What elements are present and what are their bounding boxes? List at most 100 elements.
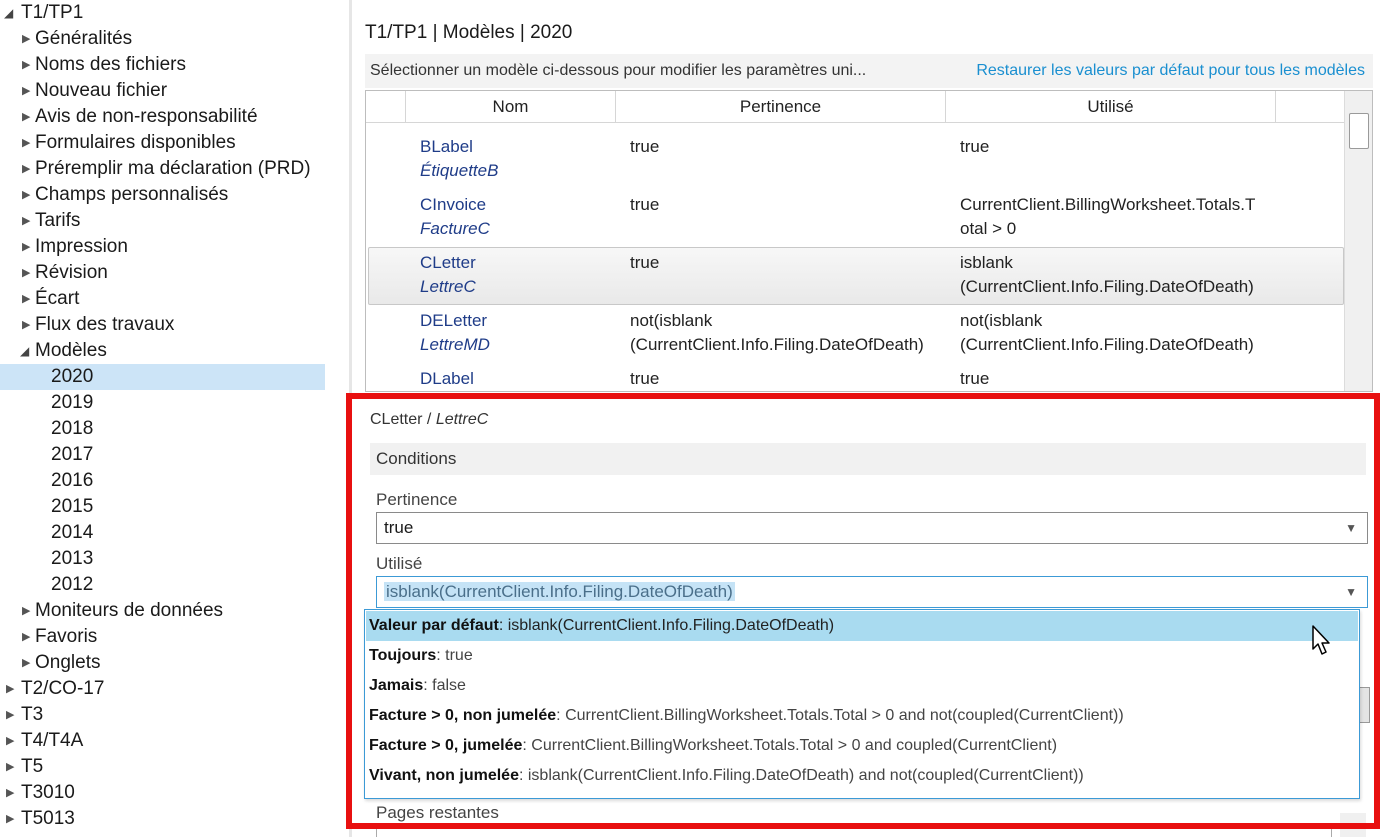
column-header-pertinence[interactable]: Pertinence — [616, 91, 946, 123]
table-row[interactable]: DLabel ÉtiquetteD true true — [368, 363, 1344, 391]
tree-item[interactable]: Modèles — [0, 338, 325, 364]
utilise-label: Utilisé — [376, 554, 423, 573]
collapse-arrow-icon[interactable] — [22, 286, 34, 312]
dropdown-option[interactable]: Valeur par défaut: isblank(CurrentClient… — [366, 611, 1358, 641]
tree-item[interactable]: Tarifs — [0, 208, 325, 234]
pages-restantes-combobox[interactable] — [376, 823, 1332, 837]
tree-item[interactable]: T4/T4A — [0, 728, 325, 754]
tree-item-label: T4/T4A — [21, 730, 84, 751]
tree-item[interactable]: T5 — [0, 754, 325, 780]
collapse-arrow-icon[interactable] — [22, 26, 34, 52]
row-pertinence: true — [630, 137, 660, 156]
column-header-utilise[interactable]: Utilisé — [946, 91, 1276, 123]
tree-item-label: Onglets — [35, 652, 101, 673]
chevron-down-icon[interactable]: ▼ — [1345, 577, 1357, 607]
tree-item[interactable]: 2013 — [0, 546, 325, 572]
collapse-arrow-icon[interactable] — [6, 676, 18, 702]
tree-item[interactable]: T3 — [0, 702, 325, 728]
tree-item[interactable]: T1/TP1 — [0, 0, 325, 26]
tree-item[interactable]: T3010 — [0, 780, 325, 806]
tree-item[interactable]: Écart — [0, 286, 325, 312]
collapse-arrow-icon[interactable] — [22, 598, 34, 624]
option-name: Vivant, non jumelée — [369, 767, 519, 784]
row-name-en: CLetter — [420, 253, 476, 272]
tree-item[interactable]: Flux des travaux — [0, 312, 325, 338]
column-header-nom[interactable]: Nom — [406, 91, 616, 123]
collapse-arrow-icon[interactable] — [22, 208, 34, 234]
collapse-arrow-icon[interactable] — [22, 78, 34, 104]
tree-item[interactable]: Noms des fichiers — [0, 52, 325, 78]
tree-item[interactable]: Onglets — [0, 650, 325, 676]
dropdown-option[interactable]: Facture > 0, non jumelée: CurrentClient.… — [366, 701, 1358, 731]
collapse-arrow-icon[interactable] — [22, 624, 34, 650]
tree-item[interactable]: 2015 — [0, 494, 325, 520]
tree-item[interactable]: Impression — [0, 234, 325, 260]
collapse-arrow-icon[interactable] — [6, 806, 18, 832]
tree-item[interactable]: Favoris — [0, 624, 325, 650]
tree-item[interactable]: Avis de non-responsabilité — [0, 104, 325, 130]
row-pertinence-cont: (CurrentClient.Info.Filing.DateOfDeath) — [630, 335, 924, 354]
dropdown-option[interactable]: Facture > 0, jumelée: CurrentClient.Bill… — [366, 731, 1358, 761]
collapse-arrow-icon[interactable] — [6, 754, 18, 780]
tree-item[interactable]: Généralités — [0, 26, 325, 52]
expand-arrow-icon[interactable] — [20, 338, 32, 364]
tree-item[interactable]: Préremplir ma déclaration (PRD) — [0, 156, 325, 182]
restore-defaults-link[interactable]: Restaurer les valeurs par défaut pour to… — [976, 62, 1365, 80]
table-row[interactable]: CInvoice FactureC true CurrentClient.Billin… — [368, 189, 1344, 247]
row-utilise-cont: (CurrentClient.Info.Filing.DateOfDeath) — [960, 335, 1254, 354]
dropdown-option[interactable]: Vivant, non jumelée: isblank(CurrentClie… — [366, 761, 1358, 791]
pertinence-label: Pertinence — [376, 490, 458, 509]
dropdown-option[interactable]: Toujours: true — [366, 641, 1358, 671]
dropdown-option[interactable]: Jamais: false — [366, 671, 1358, 701]
tree-item[interactable]: Moniteurs de données — [0, 598, 325, 624]
table-row[interactable]: DELetter LettreMD not(isblank (CurrentClien… — [368, 305, 1344, 363]
table-row[interactable]: BLabel ÉtiquetteB true true — [368, 131, 1344, 189]
collapse-arrow-icon[interactable] — [22, 312, 34, 338]
utilise-combobox[interactable]: isblank(CurrentClient.Info.Filing.DateOf… — [376, 576, 1368, 608]
collapse-arrow-icon[interactable] — [22, 52, 34, 78]
collapse-arrow-icon[interactable] — [22, 104, 34, 130]
tree-item[interactable]: 2018 — [0, 416, 325, 442]
tree-item-label: 2018 — [51, 418, 94, 439]
chevron-down-icon[interactable]: ▼ — [1345, 513, 1357, 543]
detail-scrollbar[interactable] — [1340, 813, 1366, 837]
collapse-arrow-icon[interactable] — [22, 260, 34, 286]
templates-grid: Nom Pertinence Utilisé BLabel ÉtiquetteB t… — [365, 90, 1373, 392]
collapse-arrow-icon[interactable] — [22, 650, 34, 676]
tree-item[interactable]: Révision — [0, 260, 325, 286]
grid-scrollbar[interactable] — [1344, 91, 1372, 391]
scrollbar-thumb[interactable] — [1349, 113, 1369, 149]
tree-item-label: Formulaires disponibles — [35, 132, 236, 153]
tree-item[interactable]: 2012 — [0, 572, 325, 598]
table-row[interactable]: CLetter LettreC true isblank (CurrentClient.… — [368, 247, 1344, 305]
tree-item-label: Écart — [35, 288, 80, 309]
tree-item-label: Généralités — [35, 28, 133, 49]
tree-item[interactable]: T2/CO-17 — [0, 676, 325, 702]
collapse-arrow-icon[interactable] — [22, 182, 34, 208]
conditions-section-header[interactable]: Conditions — [370, 443, 1366, 475]
tree-item[interactable]: 2016 — [0, 468, 325, 494]
row-name-fr: ÉtiquetteB — [420, 161, 499, 180]
tree-item[interactable]: 2014 — [0, 520, 325, 546]
tree-item[interactable]: T5013 — [0, 806, 325, 832]
tree-item-label: Flux des travaux — [35, 314, 175, 335]
utilise-value[interactable]: isblank(CurrentClient.Info.Filing.DateOf… — [384, 582, 735, 601]
collapse-arrow-icon[interactable] — [22, 156, 34, 182]
collapse-arrow-icon[interactable] — [22, 234, 34, 260]
collapse-arrow-icon[interactable] — [6, 780, 18, 806]
tree-item[interactable]: 2017 — [0, 442, 325, 468]
tree-item[interactable]: 2020 — [0, 364, 325, 390]
collapse-arrow-icon[interactable] — [6, 728, 18, 754]
pertinence-value: true — [384, 518, 414, 537]
tree-item[interactable]: Formulaires disponibles — [0, 130, 325, 156]
collapse-arrow-icon[interactable] — [22, 130, 34, 156]
pertinence-combobox[interactable]: true ▼ — [376, 512, 1368, 544]
collapse-arrow-icon[interactable] — [6, 702, 18, 728]
tree-item[interactable]: Nouveau fichier — [0, 78, 325, 104]
tree-item-label: Nouveau fichier — [35, 80, 168, 101]
expand-arrow-icon[interactable] — [4, 0, 16, 26]
tree-item[interactable]: 2019 — [0, 390, 325, 416]
row-name-fr: FactureC — [420, 219, 490, 238]
tree-item[interactable]: Champs personnalisés — [0, 182, 325, 208]
row-utilise: true — [960, 137, 990, 156]
